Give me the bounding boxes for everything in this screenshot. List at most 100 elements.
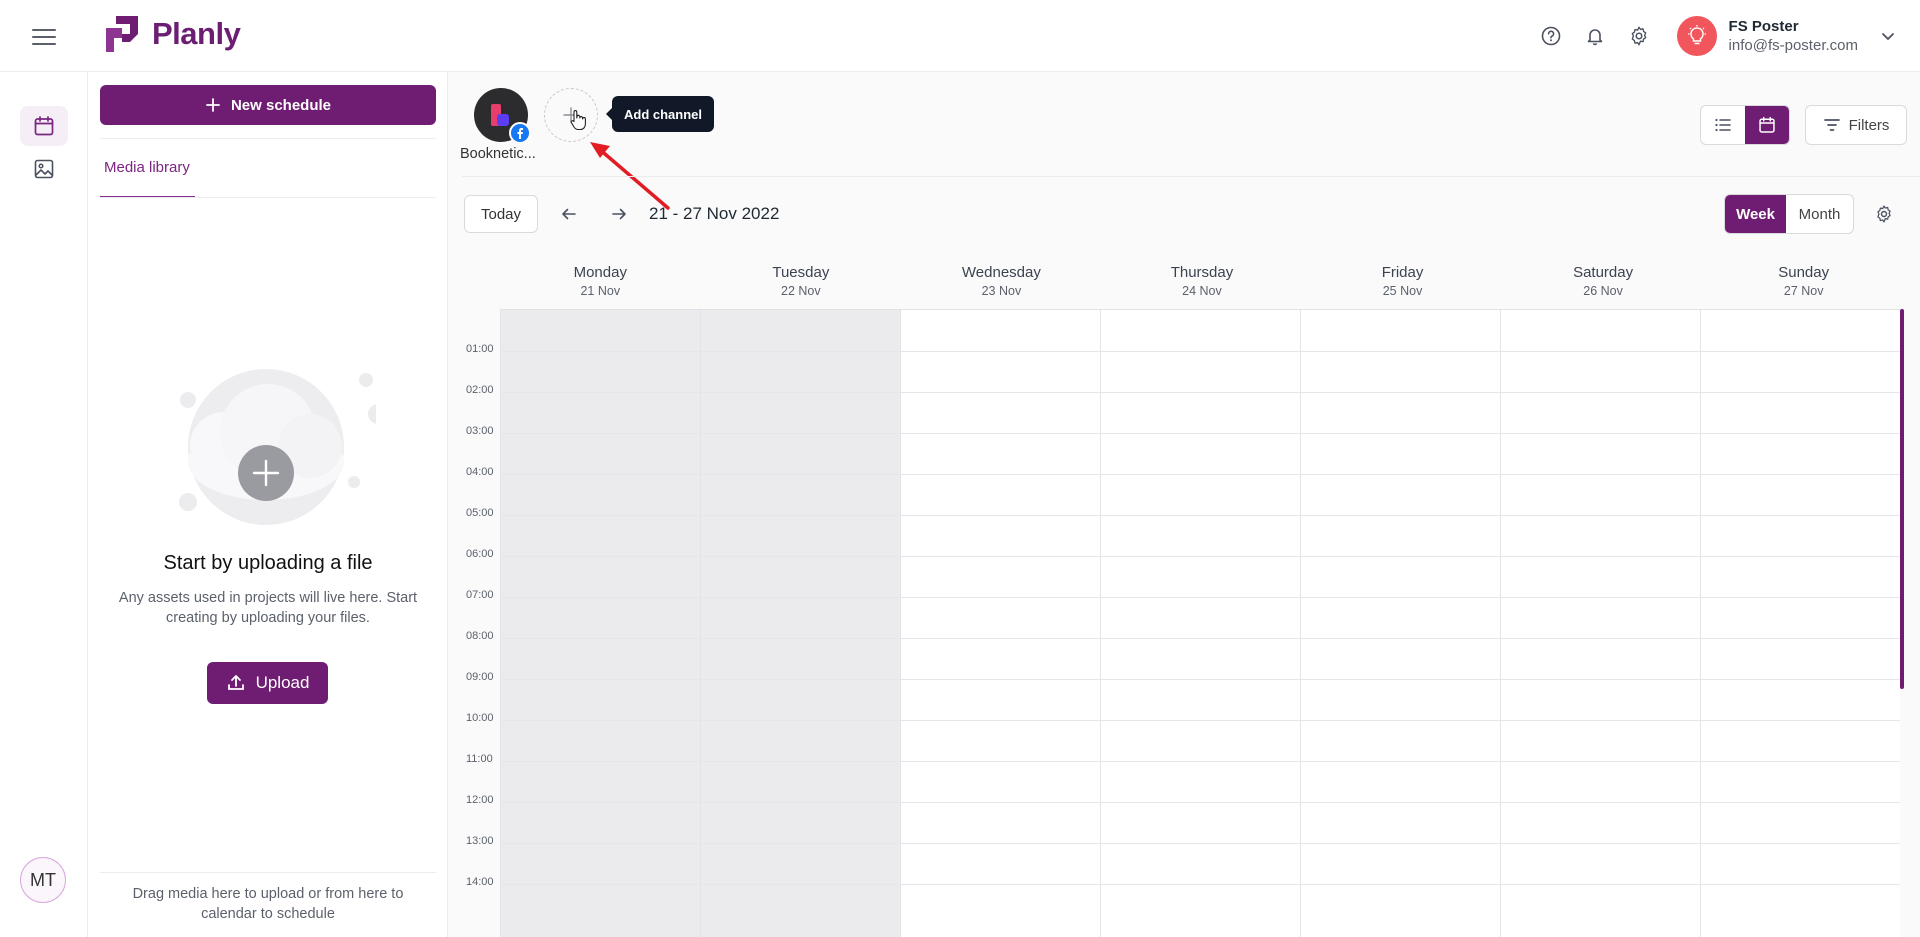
tab-media-library[interactable]: Media library bbox=[100, 139, 195, 198]
day-name: Saturday bbox=[1573, 264, 1634, 281]
day-name: Friday bbox=[1381, 264, 1424, 281]
calendar-icon bbox=[34, 116, 54, 136]
day-date: 26 Nov bbox=[1583, 284, 1623, 298]
month-view-button[interactable]: Month bbox=[1786, 195, 1853, 233]
hour-line bbox=[500, 638, 1900, 639]
annotation-arrow bbox=[590, 142, 670, 210]
upload-icon bbox=[227, 675, 244, 690]
day-name: Monday bbox=[573, 264, 627, 281]
hour-line bbox=[500, 515, 1900, 516]
empty-state-title: Start by uploading a file bbox=[163, 552, 373, 574]
left-nav: MT bbox=[0, 72, 88, 937]
day-name: Tuesday bbox=[772, 264, 830, 281]
top-bar: Planly FS Poster info@fs-poster.com bbox=[0, 0, 1920, 72]
hour-line bbox=[500, 474, 1900, 475]
day-date: 25 Nov bbox=[1382, 284, 1423, 298]
image-icon bbox=[34, 159, 54, 179]
day-date: 21 Nov bbox=[580, 284, 621, 298]
media-panel: New schedule Media library Start by uplo… bbox=[88, 72, 448, 937]
cloud-upload-illustration bbox=[179, 369, 376, 525]
plus-icon bbox=[206, 98, 220, 112]
user-email: info@fs-poster.com bbox=[1728, 37, 1858, 54]
brand-logo[interactable]: Planly bbox=[102, 14, 241, 54]
day-header-thursday: Thursday 24 Nov bbox=[1102, 264, 1303, 308]
drag-hint: Drag media here to upload or from here t… bbox=[132, 886, 404, 922]
hour-line bbox=[500, 720, 1900, 721]
day-header-monday: Monday 21 Nov bbox=[500, 264, 701, 308]
time-label: 01:00 bbox=[466, 343, 494, 355]
arrow-right-icon bbox=[612, 208, 626, 220]
next-week-button[interactable] bbox=[606, 201, 632, 227]
upload-button[interactable]: Upload bbox=[207, 662, 328, 704]
divider bbox=[100, 872, 436, 873]
day-name: Sunday bbox=[1778, 264, 1830, 281]
day-header-friday: Friday 25 Nov bbox=[1302, 264, 1503, 308]
day-date: 22 Nov bbox=[781, 284, 821, 298]
time-label: 08:00 bbox=[466, 630, 494, 642]
hour-line bbox=[500, 392, 1900, 393]
empty-state-description: Any assets used in projects will live he… bbox=[118, 590, 418, 626]
hour-line bbox=[500, 433, 1900, 434]
day-header-sunday: Sunday 27 Nov bbox=[1703, 264, 1904, 308]
hour-line bbox=[500, 802, 1900, 803]
calendar-icon bbox=[1759, 116, 1775, 133]
day-date: 23 Nov bbox=[981, 284, 1022, 298]
time-label: 11:00 bbox=[466, 753, 493, 765]
user-name: FS Poster bbox=[1728, 18, 1799, 35]
previous-week-button[interactable] bbox=[556, 201, 582, 227]
brand-name: Planly bbox=[152, 16, 241, 51]
scrollbar[interactable] bbox=[1900, 309, 1904, 689]
user-menu[interactable]: FS Poster info@fs-poster.com bbox=[1676, 16, 1896, 56]
booknetic-logo-icon bbox=[491, 104, 509, 126]
new-schedule-label: New schedule bbox=[230, 96, 332, 114]
time-label: 02:00 bbox=[466, 384, 494, 396]
gear-icon[interactable] bbox=[1617, 14, 1661, 58]
view-mode-toggle bbox=[1700, 105, 1790, 145]
chevron-down-icon[interactable] bbox=[1880, 28, 1896, 44]
week-view-button[interactable]: Week bbox=[1725, 195, 1787, 233]
hour-line bbox=[500, 597, 1900, 598]
list-icon bbox=[1715, 118, 1731, 132]
filter-icon bbox=[1823, 119, 1840, 131]
time-label: 07:00 bbox=[466, 589, 494, 601]
nav-calendar[interactable] bbox=[20, 106, 68, 146]
hand-pointer-icon bbox=[570, 110, 586, 131]
time-label: 04:00 bbox=[466, 466, 494, 478]
help-circle-icon[interactable] bbox=[1529, 14, 1573, 58]
day-date: 27 Nov bbox=[1783, 284, 1824, 298]
time-label: 06:00 bbox=[466, 548, 494, 560]
calendar-view-button[interactable] bbox=[1745, 106, 1789, 144]
hour-line bbox=[500, 843, 1900, 844]
user-avatar bbox=[1676, 16, 1717, 56]
day-header-saturday: Saturday 26 Nov bbox=[1503, 264, 1704, 308]
day-date: 24 Nov bbox=[1182, 284, 1222, 298]
weekday-header: Monday 21 Nov Tuesday 22 Nov Wednesday 23 Nov… bbox=[500, 264, 1904, 308]
week-grid bbox=[500, 309, 1900, 937]
add-channel-tooltip: Add channel bbox=[605, 96, 715, 132]
planly-logo-icon bbox=[106, 16, 138, 52]
list-view-button[interactable] bbox=[1701, 106, 1745, 144]
workspace-avatar[interactable]: MT bbox=[20, 857, 66, 903]
calendar-settings-icon[interactable] bbox=[1870, 200, 1898, 228]
nav-media[interactable] bbox=[20, 149, 68, 189]
hour-line bbox=[500, 679, 1900, 680]
today-button[interactable]: Today bbox=[464, 195, 538, 233]
divider bbox=[100, 197, 436, 198]
new-schedule-button[interactable]: New schedule bbox=[100, 85, 436, 125]
time-label: 05:00 bbox=[466, 507, 494, 519]
time-label: 14:00 bbox=[466, 876, 494, 888]
calendar-main: Booknetic... Add channel Filters Today 2… bbox=[448, 72, 1920, 937]
channel-avatar bbox=[474, 88, 531, 144]
time-label: 12:00 bbox=[466, 794, 494, 806]
hour-line bbox=[500, 351, 1900, 352]
hour-line bbox=[500, 761, 1900, 762]
time-label: 09:00 bbox=[466, 671, 494, 683]
bell-icon[interactable] bbox=[1573, 14, 1617, 58]
day-name: Thursday bbox=[1170, 264, 1234, 281]
channel-name: Booknetic... bbox=[460, 146, 536, 162]
facebook-icon bbox=[509, 122, 531, 144]
filters-button[interactable]: Filters bbox=[1805, 105, 1907, 145]
channel-item[interactable] bbox=[474, 88, 531, 144]
menu-icon[interactable] bbox=[30, 24, 58, 48]
day-header-wednesday: Wednesday 23 Nov bbox=[901, 264, 1102, 308]
